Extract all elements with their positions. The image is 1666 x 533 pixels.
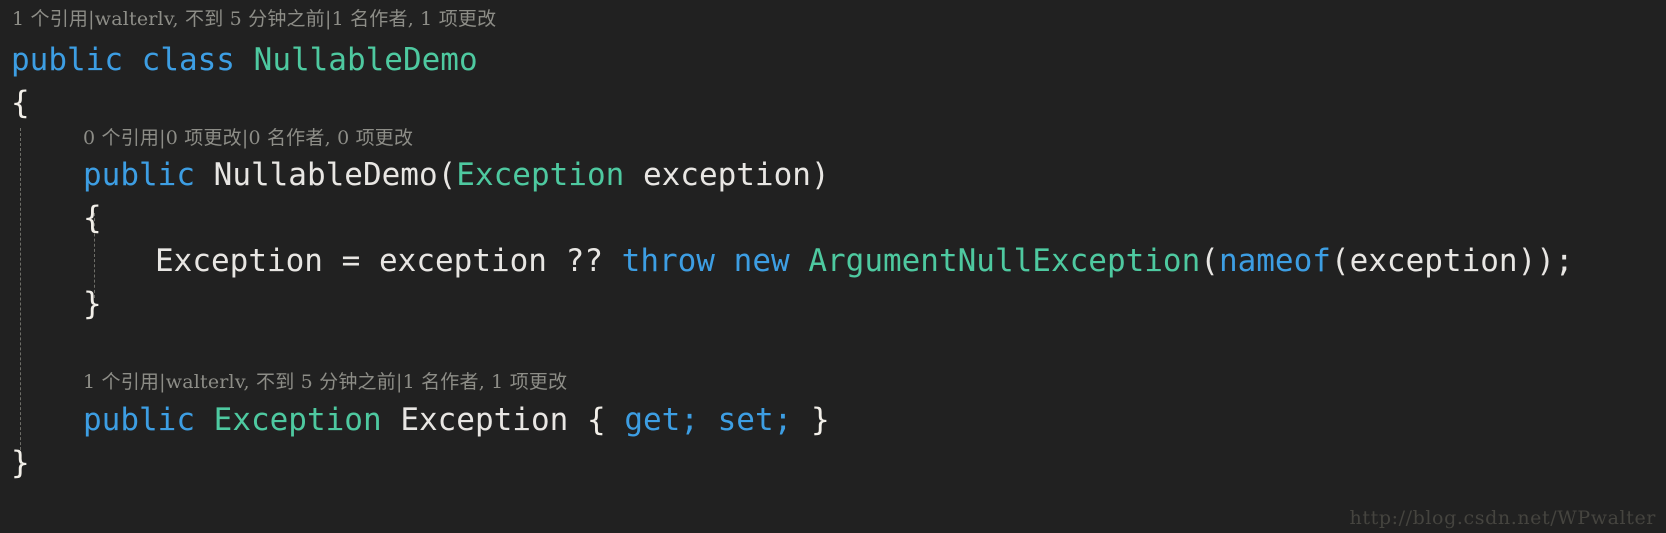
keyword-set: set;: [717, 402, 793, 438]
parameter-name: exception: [642, 157, 811, 193]
class-open-brace: {: [11, 85, 30, 121]
assignment-statement[interactable]: Exception = exception ?? throw new Argum…: [155, 246, 1574, 277]
constructor-open-brace: {: [83, 200, 102, 236]
keyword-public: public: [83, 402, 195, 438]
codelens-property[interactable]: 1 个引用|walterlv, 不到 5 分钟之前|1 名作者, 1 项更改: [83, 373, 567, 392]
accessor-open-brace: {: [586, 402, 606, 438]
code-editor-view: 1 个引用|walterlv, 不到 5 分钟之前|1 名作者, 1 项更改 p…: [0, 0, 1666, 533]
null-coalescing-operator: ??: [565, 243, 603, 279]
equals-operator: =: [341, 243, 361, 279]
paren-close: ): [1536, 243, 1555, 279]
constructor-close-brace: }: [83, 286, 102, 322]
indent-guide-level-1: [20, 128, 21, 470]
code-surface[interactable]: 1 个引用|walterlv, 不到 5 分钟之前|1 名作者, 1 项更改 p…: [0, 0, 1666, 533]
paren-close: ): [810, 157, 830, 193]
keyword-nameof: nameof: [1218, 243, 1331, 279]
codelens-constructor[interactable]: 0 个引用|0 项更改|0 名作者, 0 项更改: [83, 129, 413, 148]
nameof-paren-close: ): [1517, 243, 1537, 279]
class-name: NullableDemo: [253, 42, 478, 78]
exception-type: ArgumentNullException: [808, 243, 1201, 279]
keyword-throw: throw: [621, 243, 715, 279]
keyword-public: public: [83, 157, 195, 193]
class-close-brace: }: [11, 445, 30, 481]
constructor-declaration[interactable]: public NullableDemo(Exception exception): [83, 160, 830, 191]
property-declaration[interactable]: public Exception Exception { get; set; }: [83, 405, 830, 436]
semicolon: ;: [1554, 243, 1574, 279]
nameof-argument: exception: [1349, 243, 1518, 279]
parameter-type: Exception: [456, 157, 625, 193]
accessor-close-brace: }: [810, 402, 830, 438]
assignment-source: exception: [379, 243, 547, 279]
keyword-new: new: [733, 243, 790, 279]
watermark-url: http://blog.csdn.net/WPwalter: [1349, 507, 1656, 529]
keyword-get: get;: [624, 402, 699, 438]
codelens-class[interactable]: 1 个引用|walterlv, 不到 5 分钟之前|1 名作者, 1 项更改: [12, 10, 496, 29]
keyword-class: class: [141, 42, 235, 78]
keyword-public: public: [11, 42, 123, 78]
nameof-paren-open: (: [1330, 243, 1350, 279]
assignment-target: Exception: [155, 243, 323, 279]
paren-open: (: [437, 157, 457, 193]
paren-open: (: [1200, 243, 1219, 279]
property-type: Exception: [213, 402, 382, 438]
constructor-name: NullableDemo: [213, 157, 438, 193]
class-declaration[interactable]: public class NullableDemo: [11, 45, 478, 76]
property-name: Exception: [400, 402, 569, 438]
